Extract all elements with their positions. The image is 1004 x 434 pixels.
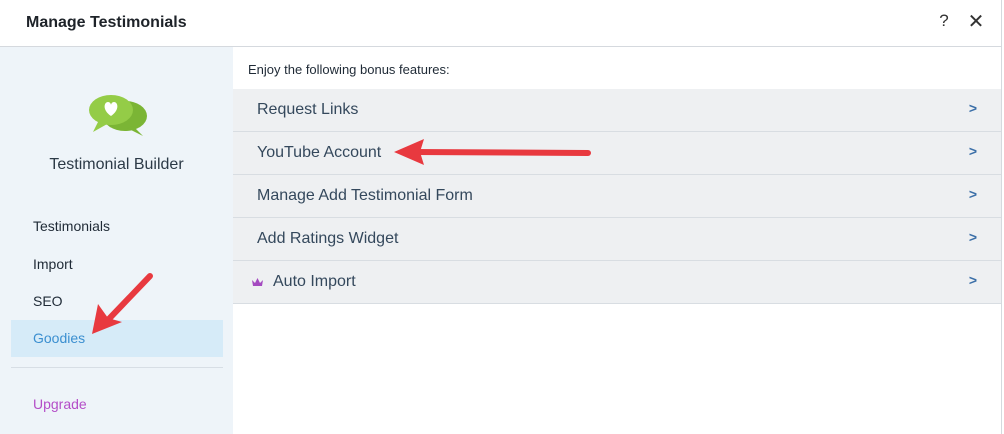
sidebar-item-seo[interactable]: SEO [11, 283, 223, 320]
help-button[interactable]: ? [934, 11, 954, 33]
sidebar-item-label: SEO [33, 293, 63, 309]
feature-label: YouTube Account [257, 144, 382, 161]
feature-manage-add-testimonial-form[interactable]: Manage Add Testimonial Form > [233, 175, 1001, 218]
sidebar-item-import[interactable]: Import [11, 246, 223, 283]
intro-text: Enjoy the following bonus features: [248, 62, 450, 77]
dialog-titlebar: Manage Testimonials ? ✕ [0, 0, 1002, 47]
feature-label: Request Links [257, 101, 359, 118]
feature-label: Auto Import [273, 273, 356, 290]
chevron-right-icon: > [968, 186, 977, 202]
sidebar-item-label: Goodies [33, 330, 86, 346]
sidebar-item-label: Import [33, 256, 73, 272]
chevron-right-icon: > [968, 143, 977, 159]
feature-auto-import[interactable]: Auto Import > [233, 261, 1001, 304]
manage-testimonials-dialog: Manage Testimonials ? ✕ Testimonial Buil… [0, 0, 1004, 434]
sidebar-item-testimonials[interactable]: Testimonials [11, 208, 223, 245]
feature-request-links[interactable]: Request Links > [233, 89, 1001, 132]
sidebar-item-goodies[interactable]: Goodies [11, 320, 223, 357]
close-button[interactable]: ✕ [964, 9, 988, 35]
testimonial-logo-icon [85, 92, 149, 138]
chevron-right-icon: > [968, 272, 977, 288]
feature-label: Manage Add Testimonial Form [257, 187, 473, 204]
upgrade-link[interactable]: Upgrade [33, 396, 87, 412]
feature-youtube-account[interactable]: YouTube Account > [233, 132, 1001, 175]
sidebar-divider [11, 367, 223, 368]
dialog-title: Manage Testimonials [26, 14, 187, 31]
feature-label: Add Ratings Widget [257, 230, 399, 247]
sidebar-item-label: Testimonials [33, 218, 111, 234]
chevron-right-icon: > [968, 229, 977, 245]
app-name: Testimonial Builder [49, 156, 184, 173]
feature-add-ratings-widget[interactable]: Add Ratings Widget > [233, 218, 1001, 261]
sidebar: Testimonial Builder Testimonials Import … [0, 47, 233, 434]
crown-icon [252, 278, 263, 286]
main-panel: Enjoy the following bonus features: Requ… [233, 47, 1001, 434]
chevron-right-icon: > [968, 100, 977, 116]
